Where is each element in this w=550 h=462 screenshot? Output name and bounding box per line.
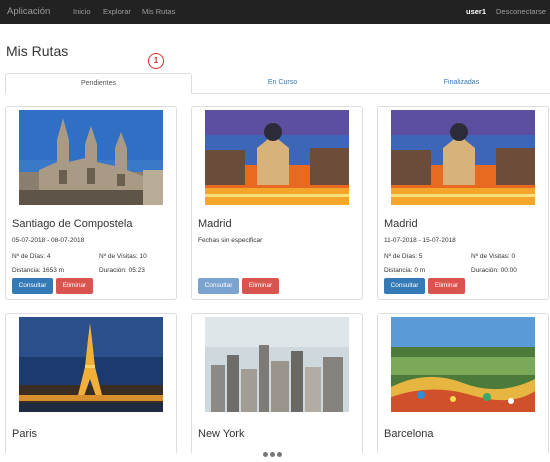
nav-link-explorar[interactable]: Explorar <box>103 0 131 24</box>
route-duration: Duración: 05:23 <box>99 267 145 274</box>
consult-button[interactable]: Consultar <box>12 278 53 294</box>
route-dates: Fechas sin especificar <box>198 237 263 244</box>
route-name: Barcelona <box>384 428 434 440</box>
consult-button[interactable]: Consultar <box>384 278 425 294</box>
route-distance: Distancia: 1653 m <box>12 267 65 274</box>
route-days: Nº de Días: 5 <box>384 253 423 260</box>
more-icon[interactable] <box>263 444 287 457</box>
delete-button[interactable]: Eliminar <box>56 278 93 294</box>
consult-button[interactable]: Consultar <box>198 278 239 294</box>
route-card: Madrid Fechas sin especificar Consultar … <box>191 106 363 300</box>
tab-pendientes[interactable]: Pendientes <box>5 73 192 94</box>
route-image <box>391 317 535 412</box>
route-card: New York <box>191 313 363 453</box>
user-name[interactable]: user1 <box>466 0 486 24</box>
route-image <box>19 110 163 205</box>
route-card: Madrid 11-07-2018 - 15-07-2018 Nº de Día… <box>377 106 549 300</box>
route-duration: Duración: 00:00 <box>471 267 517 274</box>
nav-link-mis-rutas[interactable]: Mis Rutas <box>142 0 175 24</box>
logout-link[interactable]: Desconectarse <box>496 0 546 24</box>
route-name: New York <box>198 428 245 440</box>
delete-button[interactable]: Eliminar <box>428 278 465 294</box>
tab-finalizadas[interactable]: Finalizadas <box>373 73 550 93</box>
route-card: Santiago de Compostela 05-07-2018 - 08-0… <box>5 106 177 300</box>
annotation-badge-1: 1 <box>148 53 164 69</box>
route-distance: Distancia: 0 m <box>384 267 426 274</box>
route-visits: Nº de Visitas: 0 <box>471 253 516 260</box>
route-dates: 05-07-2018 - 08-07-2018 <box>12 237 85 244</box>
route-card: Barcelona <box>377 313 549 453</box>
route-card: Paris <box>5 313 177 453</box>
delete-button[interactable]: Eliminar <box>242 278 279 294</box>
page-title: Mis Rutas <box>6 43 69 59</box>
route-days: Nº de Días: 4 <box>12 253 51 260</box>
route-dates: 11-07-2018 - 15-07-2018 <box>384 237 456 244</box>
route-name: Santiago de Compostela <box>12 218 133 230</box>
route-name: Madrid <box>198 218 232 230</box>
route-image <box>19 317 163 412</box>
route-name: Madrid <box>384 218 418 230</box>
tab-en-curso[interactable]: En Curso <box>192 73 373 93</box>
route-visits: Nº de Visitas: 10 <box>99 253 147 260</box>
route-name: Paris <box>12 428 38 440</box>
brand-link[interactable]: Aplicación <box>7 0 50 24</box>
nav-link-inicio[interactable]: Inicio <box>73 0 91 24</box>
route-image <box>205 317 349 412</box>
route-tabs: Pendientes En Curso Finalizadas <box>5 73 550 94</box>
route-image <box>391 110 535 205</box>
navbar: Aplicación Inicio Explorar Mis Rutas use… <box>0 0 550 24</box>
route-image <box>205 110 349 205</box>
